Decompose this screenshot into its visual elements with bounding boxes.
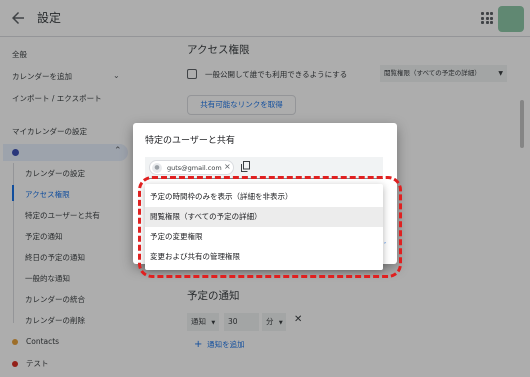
email-chip[interactable]: ● guts@gmail.com ×	[149, 160, 234, 175]
settings-app: 設定 全般 カレンダーを追加 ⌄ インポート / エクスポート マイカレンダーの…	[0, 0, 530, 377]
dialog-title: 特定のユーザーと共有	[145, 136, 235, 146]
chip-remove-close-icon[interactable]: ×	[224, 162, 231, 171]
red-dashed-annotation	[138, 176, 402, 278]
email-chip-label: guts@gmail.com	[167, 164, 222, 172]
copy-icon[interactable]	[241, 161, 250, 172]
person-icon: ●	[152, 163, 162, 173]
